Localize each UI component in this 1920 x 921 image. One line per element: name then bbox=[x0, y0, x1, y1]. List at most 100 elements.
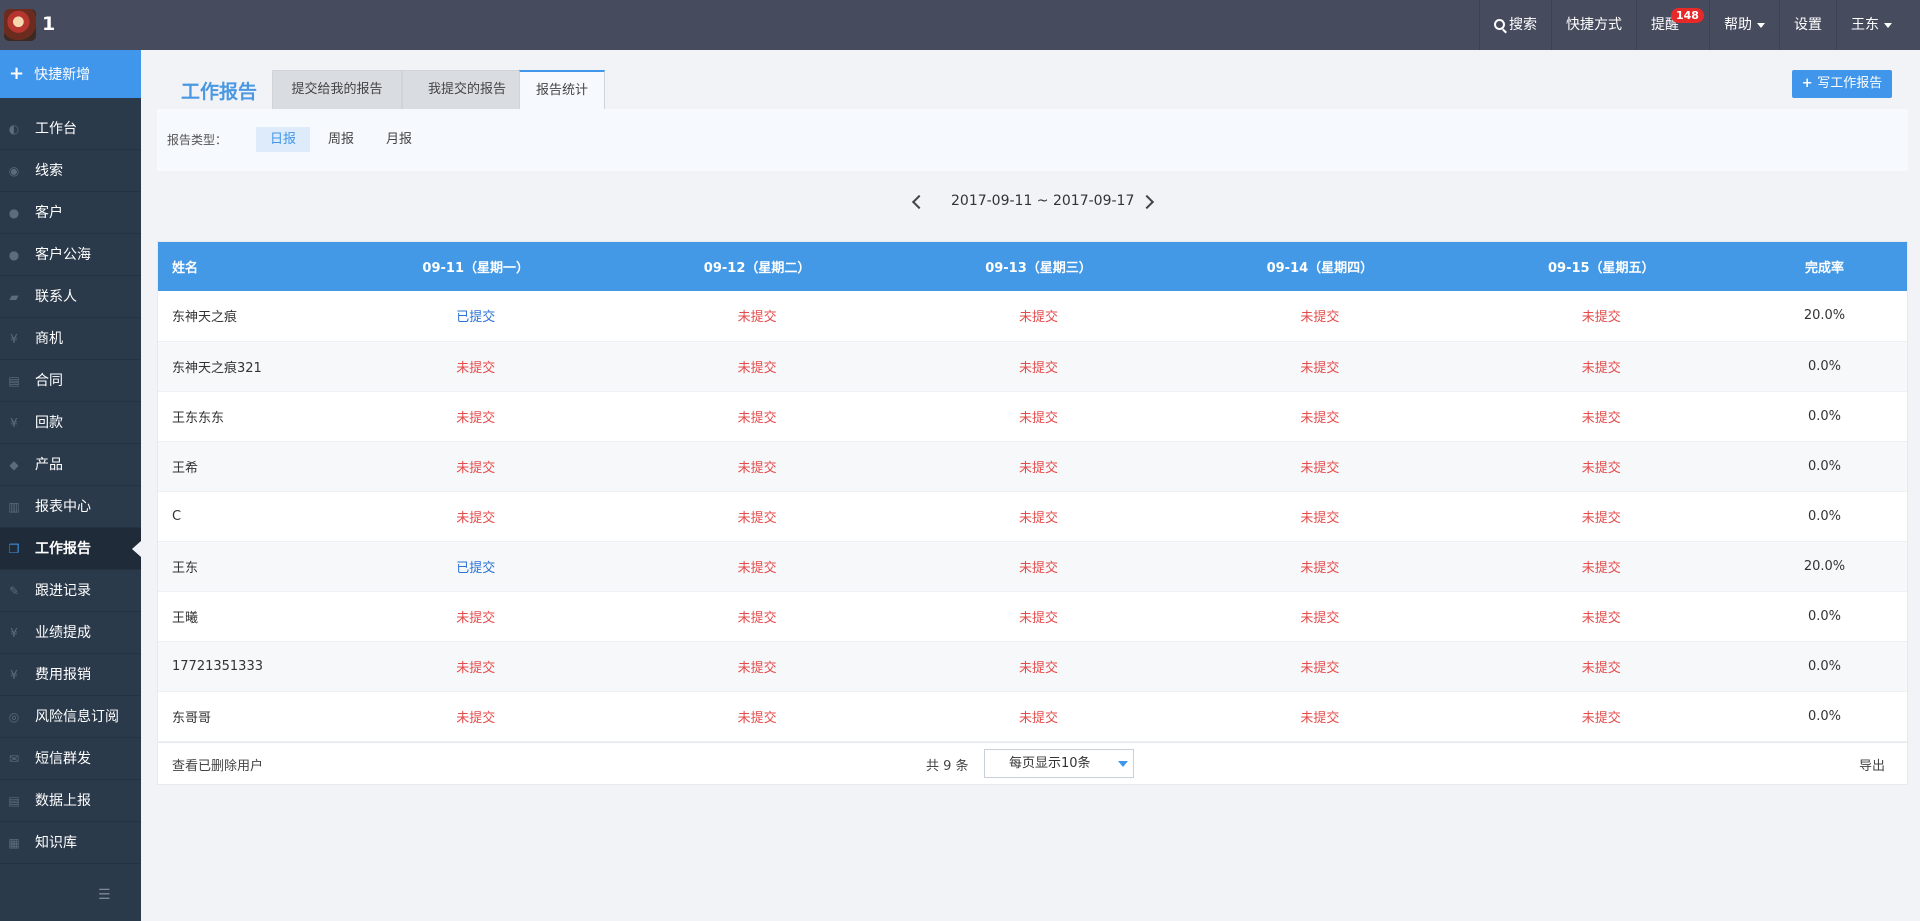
help-label: 帮助 bbox=[1724, 17, 1752, 33]
export-button[interactable]: 导出 bbox=[1859, 755, 1885, 774]
page-size-select[interactable]: 每页显示10条 bbox=[984, 748, 1134, 778]
reminder-count-badge: 148 bbox=[1671, 8, 1704, 23]
sidebar-item[interactable]: ¥ 费用报销 bbox=[0, 654, 141, 696]
sidebar-item[interactable]: ▤ 合同 bbox=[0, 360, 141, 402]
table-row: 王希 未提交 未提交 未提交 未提交 未提交 0.0% bbox=[158, 441, 1907, 491]
sidebar-item[interactable]: ¥ 回款 bbox=[0, 402, 141, 444]
day-status-cell: 未提交 bbox=[1461, 691, 1742, 741]
work-report-icon: ❐ bbox=[8, 542, 20, 556]
help-menu[interactable]: 帮助 bbox=[1709, 0, 1779, 50]
sms-envelope-icon: ✉ bbox=[8, 752, 20, 766]
day-status-cell: 未提交 bbox=[1461, 641, 1742, 691]
filter-daily[interactable]: 日报 bbox=[256, 127, 311, 152]
sidebar-item[interactable]: ● 客户 bbox=[0, 192, 141, 234]
clue-icon: ◉ bbox=[8, 164, 20, 178]
sidebar-item[interactable]: ◉ 线索 bbox=[0, 150, 141, 192]
chevron-right-icon[interactable] bbox=[1139, 194, 1155, 210]
sidebar-item[interactable]: ◆ 产品 bbox=[0, 444, 141, 486]
day-status-cell: 未提交 bbox=[1179, 341, 1460, 391]
chevron-down-icon bbox=[1884, 22, 1892, 28]
write-report-button[interactable]: + 写工作报告 bbox=[1792, 70, 1892, 98]
filter-label: 报告类型： bbox=[167, 133, 228, 147]
sidebar-item[interactable]: ● 客户公海 bbox=[0, 234, 141, 276]
table-row: 王东东东 未提交 未提交 未提交 未提交 未提交 0.0% bbox=[158, 391, 1907, 441]
day-status-cell: 未提交 bbox=[335, 691, 616, 741]
submitted-status-link[interactable]: 已提交 bbox=[456, 310, 495, 325]
reminders-button[interactable]: 提醒 148 bbox=[1636, 0, 1709, 50]
sidebar-item[interactable]: ✎ 跟进记录 bbox=[0, 570, 141, 612]
sidebar-item[interactable]: ▰ 联系人 bbox=[0, 276, 141, 318]
sidebar-item[interactable]: ¥ 商机 bbox=[0, 318, 141, 360]
day-status-cell: 未提交 bbox=[616, 591, 897, 641]
day-status-cell: 未提交 bbox=[616, 491, 897, 541]
submitted-status-link[interactable]: 已提交 bbox=[456, 561, 495, 576]
tab-my-submitted[interactable]: 我提交的报告 bbox=[402, 70, 532, 109]
not-submitted-status: 未提交 bbox=[1018, 360, 1058, 376]
day-status-cell: 未提交 bbox=[335, 441, 616, 491]
company-logo-icon[interactable] bbox=[4, 9, 36, 41]
sidebar-item[interactable]: ◐ 工作台 bbox=[0, 108, 141, 150]
chevron-left-icon[interactable] bbox=[911, 194, 927, 210]
sidebar-item-label: 工作报告 bbox=[35, 541, 91, 557]
chevron-down-icon bbox=[1757, 22, 1765, 28]
sidebar-item-label: 联系人 bbox=[35, 289, 77, 305]
dashboard-icon: ◐ bbox=[8, 122, 20, 136]
completion-rate-cell: 0.0% bbox=[1807, 658, 1842, 674]
day-status-cell: 未提交 bbox=[616, 341, 897, 391]
sidebar-item-label: 工作台 bbox=[35, 121, 77, 137]
user-name-cell: 东神天之痕321 bbox=[172, 360, 262, 376]
total-count: 共 9 条 bbox=[926, 758, 969, 774]
sidebar-menu: ◐ 工作台 ◉ 线索 ● 客户 ● 客户公海 ▰ 联系人 ¥ 商机 ▤ 合同 ¥ 回款 ◆ 产品 ▥ 报表中心 ❐ 工作报… bbox=[0, 108, 141, 864]
sidebar-item[interactable]: ❐ 工作报告 bbox=[0, 528, 141, 570]
tab-submitted-to-me[interactable]: 提交给我的报告 bbox=[272, 70, 402, 109]
table-row: C 未提交 未提交 未提交 未提交 未提交 0.0% bbox=[158, 491, 1907, 541]
view-deleted-users-link[interactable]: 查看已删除用户 bbox=[172, 755, 263, 774]
opportunity-icon: ¥ bbox=[10, 332, 18, 346]
quick-add-button[interactable]: + 快捷新增 bbox=[0, 50, 141, 98]
search-button[interactable]: 搜索 bbox=[1479, 0, 1551, 50]
sidebar-item[interactable]: ✉ 短信群发 bbox=[0, 738, 141, 780]
data-report-icon: ▤ bbox=[8, 794, 20, 808]
table-row: 王曦 未提交 未提交 未提交 未提交 未提交 0.0% bbox=[158, 591, 1907, 641]
not-submitted-status: 未提交 bbox=[1581, 360, 1621, 376]
shortcuts-button[interactable]: 快捷方式 bbox=[1551, 0, 1636, 50]
not-submitted-status: 未提交 bbox=[456, 510, 496, 526]
day-status-cell: 未提交 bbox=[1179, 691, 1460, 741]
plus-icon: + bbox=[9, 63, 25, 84]
collapse-sidebar-icon[interactable]: ☰ bbox=[98, 887, 111, 903]
filter-weekly[interactable]: 周报 bbox=[314, 127, 368, 152]
day-status-cell: 未提交 bbox=[335, 341, 616, 391]
table-row: 东神天之痕321 未提交 未提交 未提交 未提交 未提交 0.0% bbox=[158, 341, 1907, 391]
not-submitted-status: 未提交 bbox=[456, 710, 496, 726]
sidebar-item[interactable]: ▥ 报表中心 bbox=[0, 486, 141, 528]
sidebar-item[interactable]: ▤ 数据上报 bbox=[0, 780, 141, 822]
not-submitted-status: 未提交 bbox=[1300, 710, 1340, 726]
sidebar-item-label: 短信群发 bbox=[35, 751, 91, 767]
user-name: 王东 bbox=[1851, 17, 1879, 33]
filter-monthly[interactable]: 月报 bbox=[372, 127, 426, 152]
not-submitted-status: 未提交 bbox=[1581, 410, 1621, 426]
tab-report-statistics[interactable]: 报告统计 bbox=[519, 70, 605, 109]
not-submitted-status: 未提交 bbox=[1300, 310, 1340, 326]
table-row: 东神天之痕 已提交 未提交 未提交 未提交 未提交 20.0% bbox=[158, 291, 1907, 341]
not-submitted-status: 未提交 bbox=[456, 460, 496, 476]
sidebar-item[interactable]: ▦ 知识库 bbox=[0, 822, 141, 864]
customers-icon: ● bbox=[8, 206, 20, 220]
day-status-cell: 未提交 bbox=[898, 591, 1179, 641]
not-submitted-status: 未提交 bbox=[1018, 510, 1058, 526]
day-status-cell: 未提交 bbox=[898, 541, 1179, 591]
completion-rate-cell: 20.0% bbox=[1803, 308, 1846, 324]
day-status-cell: 未提交 bbox=[335, 641, 616, 691]
user-menu[interactable]: 王东 bbox=[1836, 0, 1920, 50]
day-status-cell: 未提交 bbox=[1179, 641, 1460, 691]
settings-button[interactable]: 设置 bbox=[1779, 0, 1836, 50]
day-status-cell: 未提交 bbox=[1179, 441, 1460, 491]
user-name-cell: 王东东东 bbox=[172, 410, 225, 426]
not-submitted-status: 未提交 bbox=[737, 710, 777, 726]
sidebar-item-label: 报表中心 bbox=[35, 499, 91, 515]
sidebar-item[interactable]: ¥ 业绩提成 bbox=[0, 612, 141, 654]
sidebar-item[interactable]: ◎ 风险信息订阅 bbox=[0, 696, 141, 738]
sidebar-item-label: 产品 bbox=[35, 457, 63, 473]
day-status-cell: 未提交 bbox=[1179, 491, 1460, 541]
sidebar-item-label: 业绩提成 bbox=[35, 625, 91, 641]
